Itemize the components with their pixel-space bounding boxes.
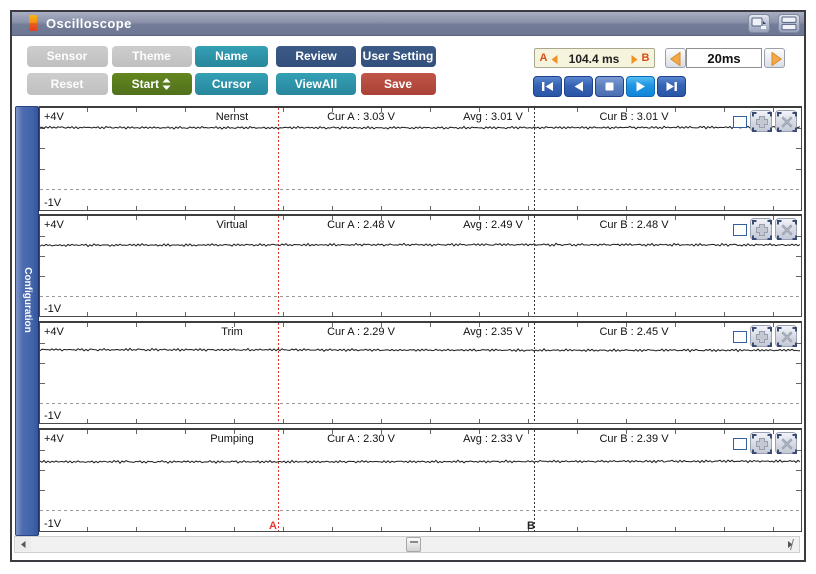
svg-text:Avg : 2.49 V: Avg : 2.49 V bbox=[463, 219, 523, 231]
svg-text:A: A bbox=[269, 520, 277, 531]
svg-text:-1V: -1V bbox=[44, 303, 62, 315]
svg-text:Trim: Trim bbox=[221, 326, 243, 338]
svg-text:+4V: +4V bbox=[44, 326, 65, 338]
svg-text:Cur B : 2.39 V: Cur B : 2.39 V bbox=[599, 433, 669, 445]
svg-text:+4V: +4V bbox=[44, 433, 65, 445]
svg-text:Cur B : 2.48 V: Cur B : 2.48 V bbox=[599, 219, 669, 231]
svg-text:B: B bbox=[527, 520, 535, 531]
svg-text:-1V: -1V bbox=[44, 518, 62, 530]
svg-text:Cur A : 3.03 V: Cur A : 3.03 V bbox=[327, 111, 396, 123]
svg-text:Avg : 3.01 V: Avg : 3.01 V bbox=[463, 111, 523, 123]
svg-text:Avg : 2.33 V: Avg : 2.33 V bbox=[463, 433, 523, 445]
svg-text:Virtual: Virtual bbox=[217, 219, 248, 231]
svg-text:Cur A : 2.30 V: Cur A : 2.30 V bbox=[327, 433, 396, 445]
svg-text:Cur A : 2.29 V: Cur A : 2.29 V bbox=[327, 326, 396, 338]
svg-text:Cur B : 3.01 V: Cur B : 3.01 V bbox=[599, 111, 669, 123]
svg-text:Cur B : 2.45 V: Cur B : 2.45 V bbox=[599, 326, 669, 338]
svg-text:Cur A : 2.48 V: Cur A : 2.48 V bbox=[327, 219, 396, 231]
svg-text:Nernst: Nernst bbox=[216, 111, 248, 123]
svg-text:Avg : 2.35 V: Avg : 2.35 V bbox=[463, 326, 523, 338]
svg-text:+4V: +4V bbox=[44, 219, 65, 231]
svg-text:+4V: +4V bbox=[44, 111, 65, 123]
svg-text:-1V: -1V bbox=[44, 197, 62, 209]
svg-text:Pumping: Pumping bbox=[210, 433, 253, 445]
svg-text:-1V: -1V bbox=[44, 410, 62, 422]
